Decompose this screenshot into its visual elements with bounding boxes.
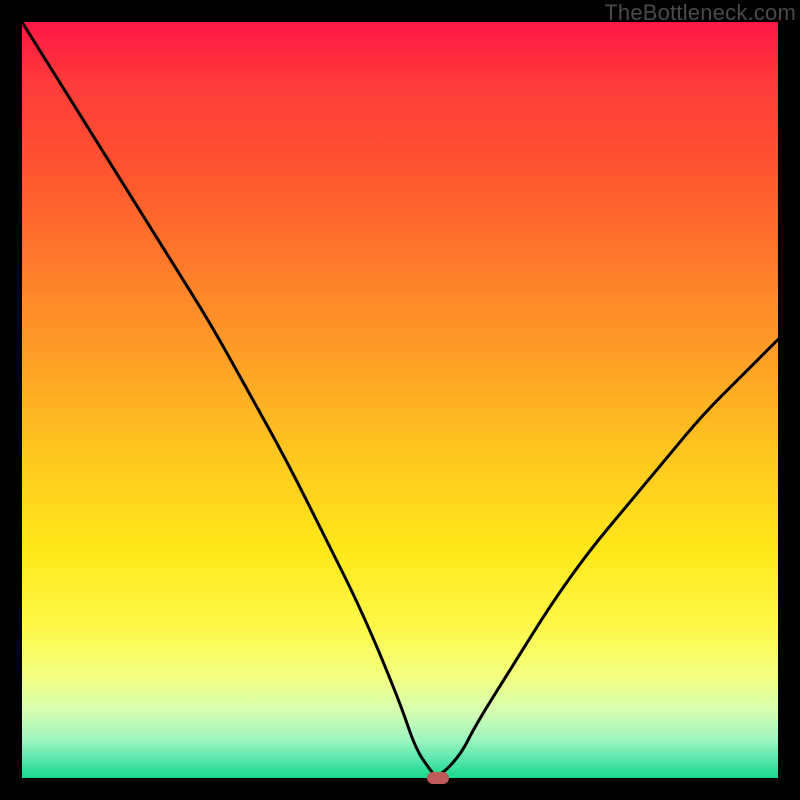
bottleneck-curve [22,22,778,778]
plot-area [22,22,778,778]
chart-frame: TheBottleneck.com [0,0,800,800]
minimum-marker [427,772,449,784]
